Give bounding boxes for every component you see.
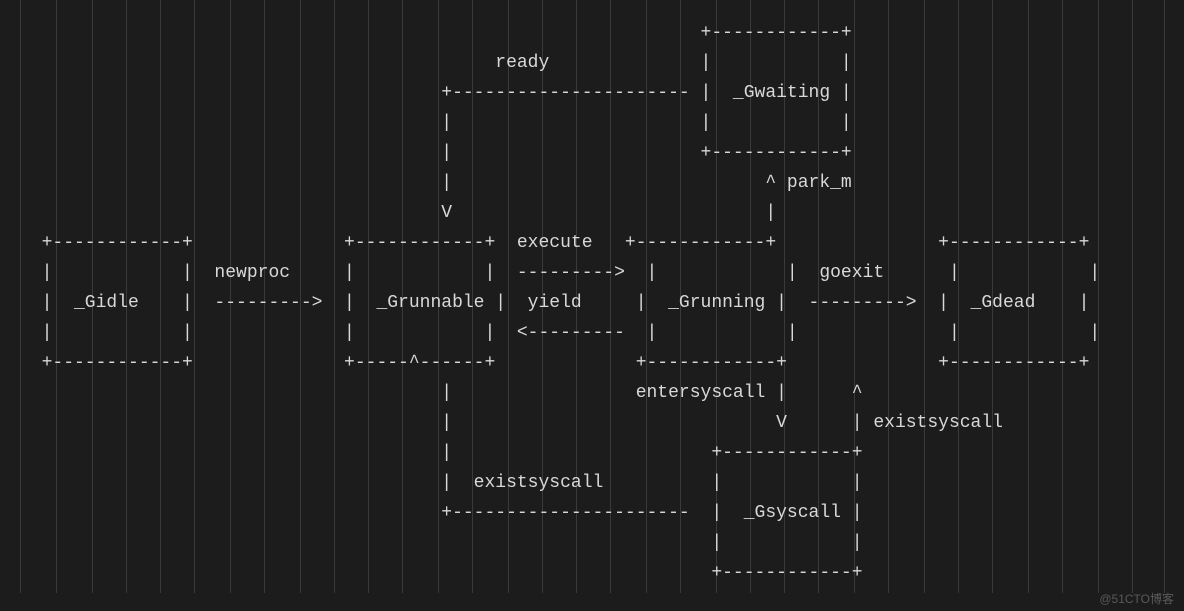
goroutine-state-ascii-diagram: +------------+ ready | | +--------------… <box>0 0 1120 606</box>
watermark-label: @51CTO博客 <box>1099 593 1174 605</box>
diagram-stage: +------------+ ready | | +--------------… <box>0 0 1184 611</box>
column-guide <box>1132 0 1133 593</box>
column-guide <box>1164 0 1165 593</box>
